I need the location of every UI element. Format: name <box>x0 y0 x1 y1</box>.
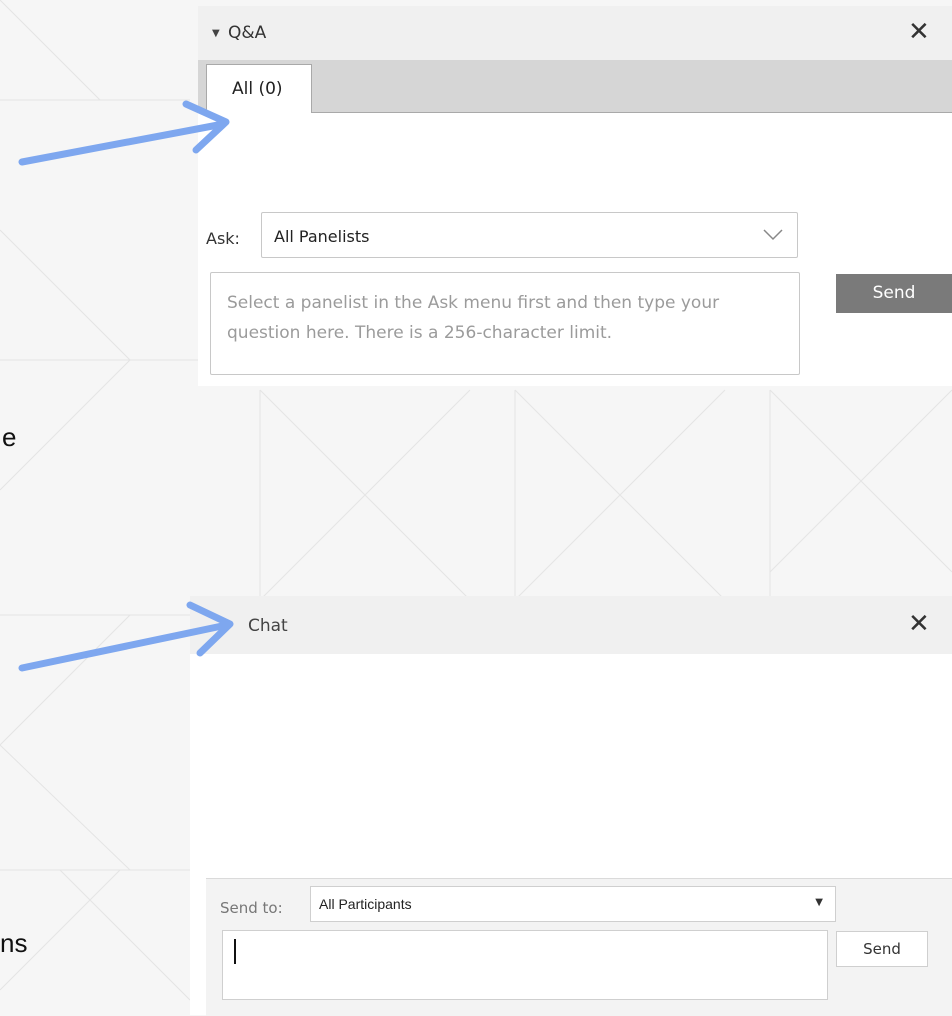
send-to-dropdown[interactable]: All Participants ▼ <box>310 886 836 922</box>
close-icon[interactable]: ✕ <box>908 17 930 47</box>
text-cursor <box>234 939 236 964</box>
qa-send-button[interactable]: Send <box>836 274 952 313</box>
tab-all-label: All (0) <box>232 79 283 99</box>
tab-all[interactable]: All (0) <box>206 64 312 113</box>
qa-panel-title: Q&A <box>228 23 267 43</box>
chat-panel: ▼ Chat ✕ Send to: All Participants ▼ Sen… <box>190 596 952 1016</box>
ask-dropdown-value: All Panelists <box>274 227 370 246</box>
chat-compose-area: Send to: All Participants ▼ Send <box>206 878 952 1016</box>
send-to-dropdown-value: All Participants <box>319 896 412 912</box>
ask-label: Ask: <box>206 229 240 248</box>
chat-panel-title: Chat <box>248 616 288 636</box>
question-input[interactable]: Select a panelist in the Ask menu first … <box>210 272 800 375</box>
chat-panel-header[interactable]: ▼ Chat ✕ <box>190 596 952 654</box>
caret-down-icon[interactable]: ▼ <box>222 620 230 631</box>
close-icon[interactable]: ✕ <box>908 609 930 639</box>
qa-tab-bar: All (0) <box>198 60 952 113</box>
ask-dropdown[interactable]: All Panelists <box>261 212 798 258</box>
page-text-fragment: ns <box>0 928 28 958</box>
chevron-down-icon <box>763 229 783 241</box>
qa-panel: ▼ Q&A ✕ All (0) Ask: All Panelists Selec… <box>198 6 952 386</box>
chat-message-input[interactable] <box>222 930 828 1000</box>
caret-down-icon: ▼ <box>815 897 823 908</box>
qa-panel-header[interactable]: ▼ Q&A ✕ <box>198 6 952 60</box>
send-to-label: Send to: <box>220 899 283 917</box>
caret-down-icon[interactable]: ▼ <box>212 28 220 39</box>
page-text-fragment: e <box>2 422 17 452</box>
chat-send-button[interactable]: Send <box>836 931 928 967</box>
